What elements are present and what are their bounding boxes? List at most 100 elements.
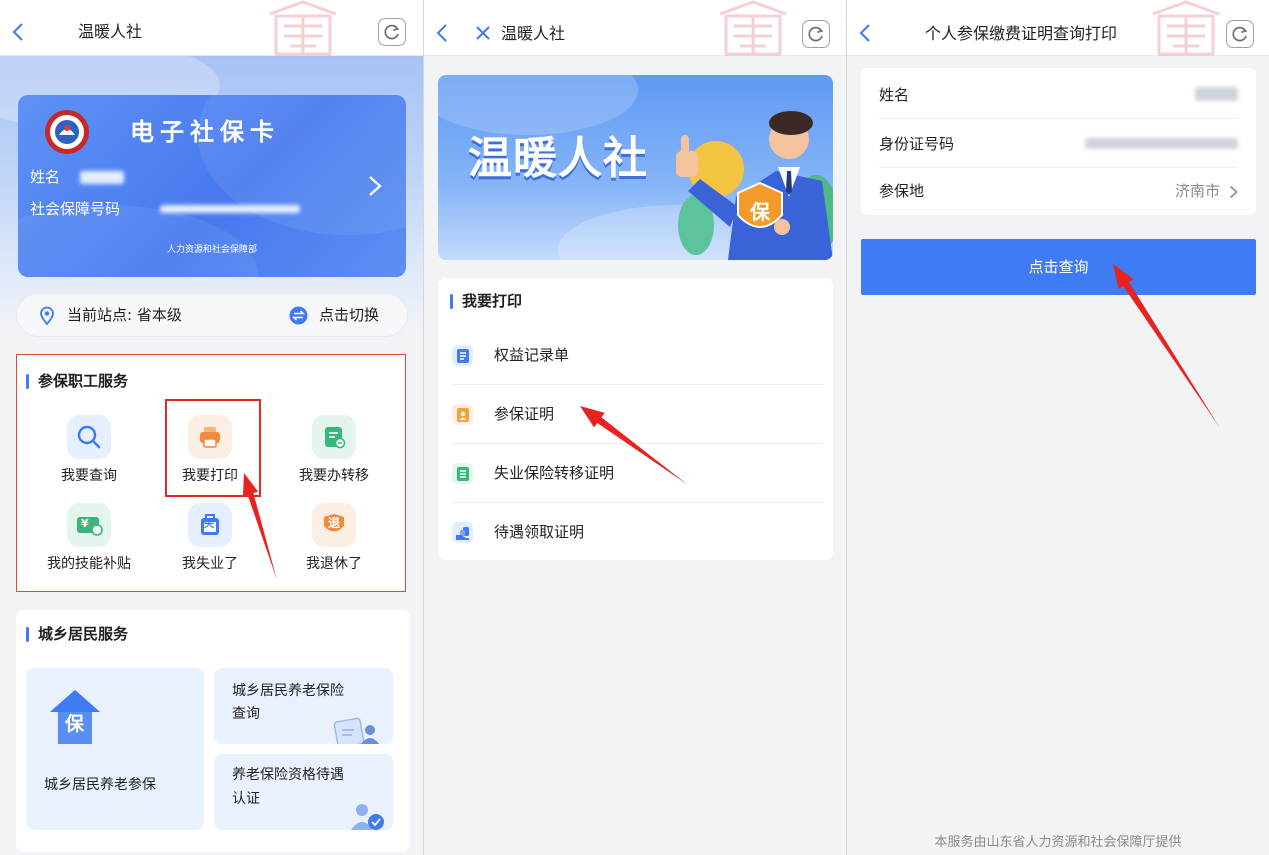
- benefit-hand-icon: [452, 522, 473, 543]
- menu-label: 权益记录单: [494, 346, 570, 364]
- print-menu-card: 我要打印 权益记录单 参保证明 失业保险转移证明 待遇领取证明: [438, 278, 833, 560]
- masked-ssn: [160, 205, 300, 213]
- query-header: 个人参保缴费证明查询打印: [847, 0, 1269, 56]
- name-row: 姓名: [861, 70, 1256, 119]
- location-pin-icon: [39, 306, 55, 330]
- card-decoration: [198, 95, 406, 235]
- house-badge: 保: [65, 713, 85, 735]
- menu-label: 待遇领取证明: [494, 523, 585, 541]
- service-label: 我退休了: [306, 556, 362, 572]
- chevron-left-icon[interactable]: [436, 23, 448, 47]
- resident-pension-enroll-card[interactable]: 保 城乡居民养老参保: [26, 668, 204, 830]
- watermark-decoration: [262, 0, 344, 56]
- page-title: 温暖人社: [501, 24, 566, 43]
- chevron-left-icon[interactable]: [12, 22, 24, 46]
- section-accent-bar: [26, 627, 29, 642]
- switch-station-button[interactable]: 点击切换: [319, 305, 379, 325]
- home-header: 温暖人社: [0, 0, 423, 56]
- retire-shield-icon: 退: [312, 503, 356, 547]
- search-icon: [67, 415, 111, 459]
- social-security-card[interactable]: 电子社保卡 姓名 社会保障号码 人力资源和社会保障部: [18, 95, 406, 277]
- masked-name: [80, 171, 124, 184]
- pension-qualification-card[interactable]: 养老保险资格待遇 认证: [214, 754, 393, 830]
- bag-glyph: 失: [204, 519, 214, 530]
- print-item-rights-record[interactable]: 权益记录单: [438, 326, 833, 385]
- emblem-logo: [44, 109, 90, 159]
- masked-name-value: [1195, 87, 1238, 101]
- card-label: 养老保险资格待遇: [232, 767, 344, 783]
- service-label: 我要办转移: [299, 468, 369, 484]
- section-title: 我要打印: [462, 292, 523, 310]
- service-label: 我失业了: [182, 556, 238, 572]
- name-label: 姓名: [30, 168, 61, 186]
- card-label: 查询: [232, 706, 260, 722]
- page-title: 温暖人社: [78, 22, 143, 41]
- document-person-icon: [332, 716, 384, 749]
- id-number-row: 身份证号码: [861, 119, 1256, 168]
- service-query[interactable]: 我要查询: [34, 415, 144, 486]
- service-transfer[interactable]: 我要办转移: [279, 415, 389, 486]
- record-list-icon: [452, 345, 473, 366]
- station-bar: 当前站点: 省本级 点击切换: [16, 293, 408, 337]
- watermark-decoration: [1145, 0, 1227, 56]
- resident-services-section: 城乡居民服务 保 城乡居民养老参保 城乡居民养老保险 查询 养老保险资格待遇 认…: [16, 610, 410, 852]
- card-issuer: 人力资源和社会保障部: [166, 245, 257, 255]
- chevron-left-icon[interactable]: [859, 23, 871, 47]
- field-label: 参保地: [879, 182, 925, 200]
- print-item-unemployment-transfer[interactable]: 失业保险转移证明: [438, 444, 833, 503]
- location-value: 济南市: [1174, 182, 1220, 200]
- insured-location-row[interactable]: 参保地 济南市: [861, 166, 1256, 215]
- person-check-icon: [348, 800, 388, 834]
- section-accent-bar: [26, 374, 29, 389]
- section-title: 城乡居民服务: [38, 625, 129, 643]
- service-provider-footer: 本服务由山东省人力资源和社会保障厅提供: [934, 835, 1182, 850]
- home-screen: 温暖人社 电子社保卡 姓名 社会保障号码 人力资源和社会保障部 当前站点: 省本…: [0, 0, 423, 855]
- mascot-illustration: 保: [676, 111, 833, 260]
- transfer-cert-icon: [452, 463, 473, 484]
- shield-glyph: 退: [328, 516, 341, 530]
- promo-banner[interactable]: 温暖人社 保: [438, 75, 833, 260]
- current-station: 当前站点: 省本级: [67, 306, 182, 324]
- menu-label: 失业保险转移证明: [494, 464, 615, 482]
- masked-id-value: [1085, 138, 1238, 149]
- service-label: 我要查询: [61, 468, 117, 484]
- shield-glyph: 保: [749, 200, 771, 224]
- service-label: 我的技能补贴: [47, 556, 131, 572]
- field-label: 姓名: [879, 86, 910, 104]
- service-retire[interactable]: 退 我退休了: [279, 503, 389, 574]
- resident-pension-query-card[interactable]: 城乡居民养老保险 查询: [214, 668, 393, 749]
- chevron-right-icon[interactable]: [368, 175, 382, 201]
- print-item-insurance-cert[interactable]: 参保证明: [438, 385, 833, 444]
- card-label: 城乡居民养老保险: [232, 683, 344, 699]
- service-unemployment[interactable]: 失 我失业了: [155, 503, 265, 574]
- close-icon[interactable]: [475, 25, 491, 45]
- service-skill-subsidy[interactable]: ¥ 我的技能补贴: [34, 503, 144, 574]
- section-title: 参保职工服务: [38, 372, 129, 390]
- applicant-info-card: 姓名 身份证号码 参保地 济南市: [861, 68, 1256, 215]
- menu-label: 参保证明: [494, 405, 555, 423]
- switch-icon[interactable]: [289, 306, 308, 330]
- print-item-benefit-cert[interactable]: 待遇领取证明: [438, 503, 833, 562]
- subsidy-ticket-icon: ¥: [67, 503, 111, 547]
- query-screen: 个人参保缴费证明查询打印 姓名 身份证号码 参保地 济南市 点击查询 本服务由山…: [847, 0, 1269, 855]
- refresh-icon[interactable]: [1226, 20, 1254, 48]
- page-title: 个人参保缴费证明查询打印: [925, 24, 1118, 43]
- insurance-cert-icon: [452, 404, 473, 425]
- watermark-decoration: [712, 0, 794, 56]
- refresh-icon[interactable]: [378, 18, 406, 46]
- card-label: 认证: [232, 791, 260, 807]
- annotation-highlight-box: [165, 399, 261, 497]
- section-accent-bar: [450, 294, 453, 309]
- print-header: 温暖人社: [424, 0, 846, 56]
- unemployment-bag-icon: 失: [188, 503, 232, 547]
- print-screen: 温暖人社 温暖人社 保 我要打印 权益记录单 参保证明 失业保险转移证明 待遇领…: [424, 0, 846, 855]
- ssn-label: 社会保障号码: [30, 200, 121, 218]
- card-title: 电子社保卡: [130, 118, 280, 146]
- query-submit-button[interactable]: 点击查询: [861, 239, 1256, 295]
- card-label: 城乡居民养老参保: [44, 777, 156, 793]
- ticket-glyph: ¥: [81, 517, 89, 530]
- house-icon: 保: [48, 688, 102, 746]
- transfer-doc-icon: [312, 415, 356, 459]
- field-label: 身份证号码: [879, 135, 955, 153]
- refresh-icon[interactable]: [802, 20, 830, 48]
